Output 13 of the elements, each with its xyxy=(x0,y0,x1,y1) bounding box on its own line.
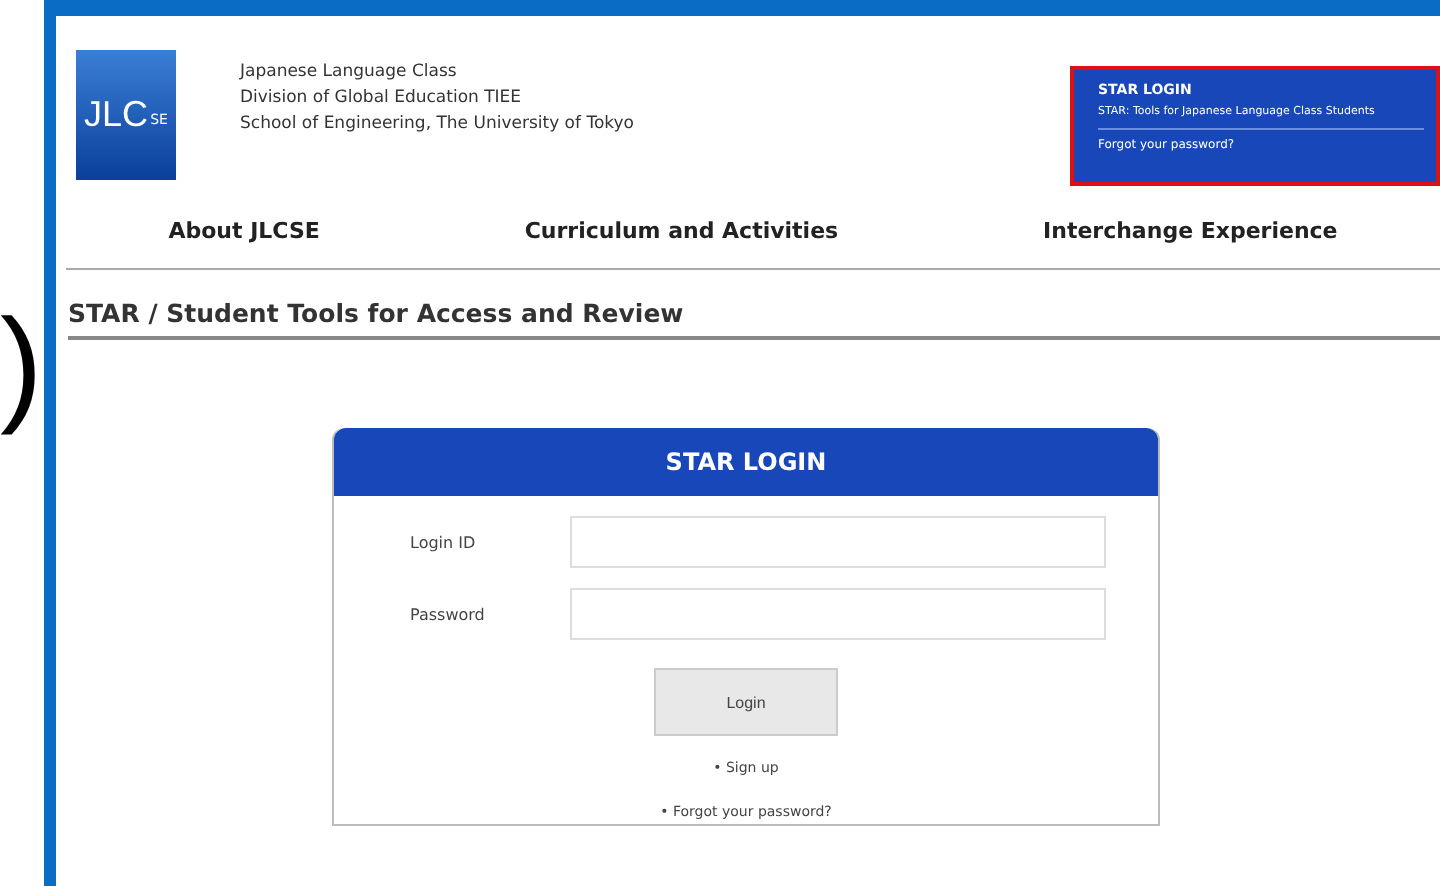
input-field[interactable] xyxy=(570,516,1106,568)
nav-link[interactable]: Interchange Experience xyxy=(1007,217,1374,243)
card-title: STAR LOGIN xyxy=(334,428,1158,496)
input-field[interactable] xyxy=(570,588,1106,640)
org-name: Division of Global Education TIEE xyxy=(240,88,524,108)
field-label: Login ID xyxy=(408,533,478,551)
field-label: Password xyxy=(408,605,487,623)
nav-link[interactable]: Curriculum and Activities xyxy=(488,217,875,243)
org-name: School of Engineering, The University of Tokyo xyxy=(240,114,635,134)
page-title: STAR / Student Tools for Access and Review xyxy=(68,298,1440,340)
org-name: Japanese Language Class xyxy=(240,62,459,82)
login-button[interactable]: Login xyxy=(654,668,838,736)
nav-link[interactable]: About JLCSE xyxy=(132,217,356,243)
